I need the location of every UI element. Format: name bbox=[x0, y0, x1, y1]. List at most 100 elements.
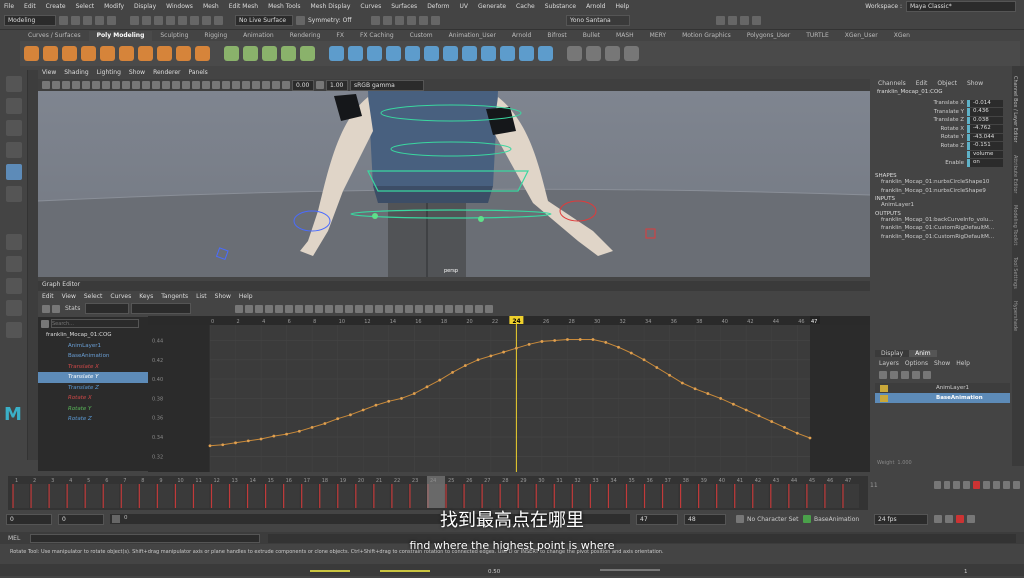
clamped-tangent-icon[interactable] bbox=[285, 304, 294, 313]
menu-file[interactable]: File bbox=[4, 3, 14, 10]
frame-cell[interactable] bbox=[67, 484, 84, 508]
select-component-icon[interactable] bbox=[154, 16, 163, 25]
shelf-tab[interactable]: Curves / Surfaces bbox=[20, 31, 89, 41]
output-item[interactable]: franklin_Mocap_01:CustomRigDefaultM... bbox=[875, 234, 1010, 243]
keyframe-point[interactable] bbox=[629, 351, 633, 355]
shadows-icon[interactable] bbox=[202, 81, 210, 89]
channel-box-icon[interactable] bbox=[752, 16, 761, 25]
keyframe-point[interactable] bbox=[770, 420, 774, 423]
go-end-icon[interactable] bbox=[1013, 481, 1020, 489]
safe-action-icon[interactable] bbox=[132, 81, 140, 89]
frame-cell[interactable] bbox=[662, 484, 679, 508]
frame-cell[interactable] bbox=[824, 484, 841, 508]
frame-cell[interactable] bbox=[536, 484, 553, 508]
prev-key-icon[interactable] bbox=[953, 481, 961, 489]
ge-menu-help[interactable]: Help bbox=[239, 293, 253, 300]
outliner-channel-item[interactable]: AnimLayer1 bbox=[38, 341, 148, 352]
undo-icon[interactable] bbox=[95, 16, 104, 25]
gate-mask-icon[interactable] bbox=[112, 81, 120, 89]
ge-menu-curves[interactable]: Curves bbox=[110, 293, 131, 300]
vp-menu-renderer[interactable]: Renderer bbox=[153, 69, 180, 79]
safe-title-icon[interactable] bbox=[142, 81, 150, 89]
frame-cell[interactable] bbox=[139, 484, 156, 508]
break-tangents-icon[interactable] bbox=[335, 304, 344, 313]
snap-keys-icon[interactable] bbox=[395, 304, 404, 313]
poly-disc-icon[interactable] bbox=[138, 46, 153, 61]
keyframe-point[interactable] bbox=[438, 378, 442, 382]
render-settings-icon[interactable] bbox=[395, 16, 404, 25]
linear-tangent-icon[interactable] bbox=[295, 304, 304, 313]
keyframe-point[interactable] bbox=[617, 345, 620, 349]
cb-menu-object[interactable]: Object bbox=[937, 80, 957, 87]
channel-value[interactable]: on bbox=[967, 159, 1003, 167]
channel-value[interactable]: 0.436 bbox=[967, 108, 1003, 116]
translate-y-curve[interactable] bbox=[209, 339, 811, 447]
vp-menu-view[interactable]: View bbox=[42, 69, 56, 79]
move-layer-up-icon[interactable] bbox=[901, 371, 909, 379]
tab-attribute-editor[interactable]: Attribute Editor bbox=[1012, 155, 1018, 193]
frame-cell[interactable] bbox=[680, 484, 697, 508]
menu-substance[interactable]: Substance bbox=[545, 3, 576, 10]
keyframe-point[interactable] bbox=[374, 403, 378, 407]
platonic-icon[interactable] bbox=[157, 46, 172, 61]
frame-cell[interactable] bbox=[446, 484, 463, 508]
keyframe-point[interactable] bbox=[349, 413, 352, 417]
workspace-dropdown[interactable]: Maya Classic* bbox=[906, 1, 1016, 12]
redo-icon[interactable] bbox=[107, 16, 116, 25]
stats-value-field[interactable] bbox=[131, 303, 192, 314]
frame-cell[interactable] bbox=[337, 484, 354, 508]
keyframe-point[interactable] bbox=[463, 364, 467, 367]
camera-attr-icon[interactable] bbox=[52, 81, 60, 89]
append-icon[interactable] bbox=[386, 46, 401, 61]
outliner-root-item[interactable]: franklin_Mocap_01:COG bbox=[38, 330, 148, 341]
smooth-shade-icon[interactable] bbox=[162, 81, 170, 89]
symmetry-dropdown[interactable]: Symmetry: Off bbox=[308, 17, 368, 24]
poly-torus-icon[interactable] bbox=[100, 46, 115, 61]
outliner-layout-icon[interactable] bbox=[6, 300, 22, 316]
frame-cell[interactable] bbox=[788, 484, 805, 508]
frame-cell[interactable] bbox=[175, 484, 192, 508]
isolate-select-icon[interactable] bbox=[242, 81, 250, 89]
channel-row[interactable]: volume bbox=[875, 150, 1010, 159]
move-tool-icon[interactable] bbox=[6, 142, 22, 158]
menu-display[interactable]: Display bbox=[134, 3, 156, 10]
frame-cell[interactable] bbox=[698, 484, 715, 508]
select-tool-icon[interactable] bbox=[6, 76, 22, 92]
frame-cell[interactable] bbox=[572, 484, 589, 508]
outliner-channel-item[interactable]: Translate Y bbox=[38, 372, 148, 383]
wireframe-icon[interactable] bbox=[152, 81, 160, 89]
xray-icon[interactable] bbox=[252, 81, 260, 89]
keyframe-point[interactable] bbox=[412, 392, 416, 395]
cb-menu-channels[interactable]: Channels bbox=[878, 80, 906, 87]
flat-tangent-icon[interactable] bbox=[305, 304, 314, 313]
keyframe-point[interactable] bbox=[591, 338, 595, 341]
zero-key-icon[interactable] bbox=[879, 371, 887, 379]
keyframe-point[interactable] bbox=[744, 408, 748, 412]
plateau-tangent-icon[interactable] bbox=[325, 304, 334, 313]
frame-cell[interactable] bbox=[734, 484, 751, 508]
free-weight-icon[interactable] bbox=[355, 304, 364, 313]
boolean-icon[interactable] bbox=[281, 46, 296, 61]
keyframe-point[interactable] bbox=[808, 436, 812, 440]
keyframe-point[interactable] bbox=[553, 339, 557, 342]
tab-tool-settings[interactable]: Tool Settings bbox=[1012, 257, 1018, 289]
channel-value[interactable]: -0.151 bbox=[967, 142, 1003, 150]
shape-item[interactable]: franklin_Mocap_01:nurbsCircleShape9 bbox=[875, 188, 1010, 197]
tab-channel-box[interactable]: Channel Box / Layer Editor bbox=[1012, 76, 1018, 143]
shelf-tab[interactable]: Animation bbox=[235, 31, 282, 41]
frame-cell[interactable] bbox=[157, 484, 174, 508]
menu-windows[interactable]: Windows bbox=[166, 3, 193, 10]
base-animation-row[interactable]: BaseAnimation bbox=[875, 393, 1010, 403]
open-scene-icon[interactable] bbox=[71, 16, 80, 25]
select-hierarchy-icon[interactable] bbox=[130, 16, 139, 25]
menu-mesh-tools[interactable]: Mesh Tools bbox=[268, 3, 300, 10]
frame-cell[interactable] bbox=[211, 484, 228, 508]
channel-row[interactable]: Translate Y 0.436 bbox=[875, 108, 1010, 117]
frame-cell[interactable] bbox=[644, 484, 661, 508]
step-forward-icon[interactable] bbox=[1003, 481, 1011, 489]
auto-tangent-icon[interactable] bbox=[265, 304, 274, 313]
keyframe-point[interactable] bbox=[795, 431, 799, 435]
single-layout-icon[interactable] bbox=[6, 234, 22, 250]
snap-surface-icon[interactable] bbox=[214, 16, 223, 25]
shelf-tab[interactable]: Animation_User bbox=[441, 31, 504, 41]
